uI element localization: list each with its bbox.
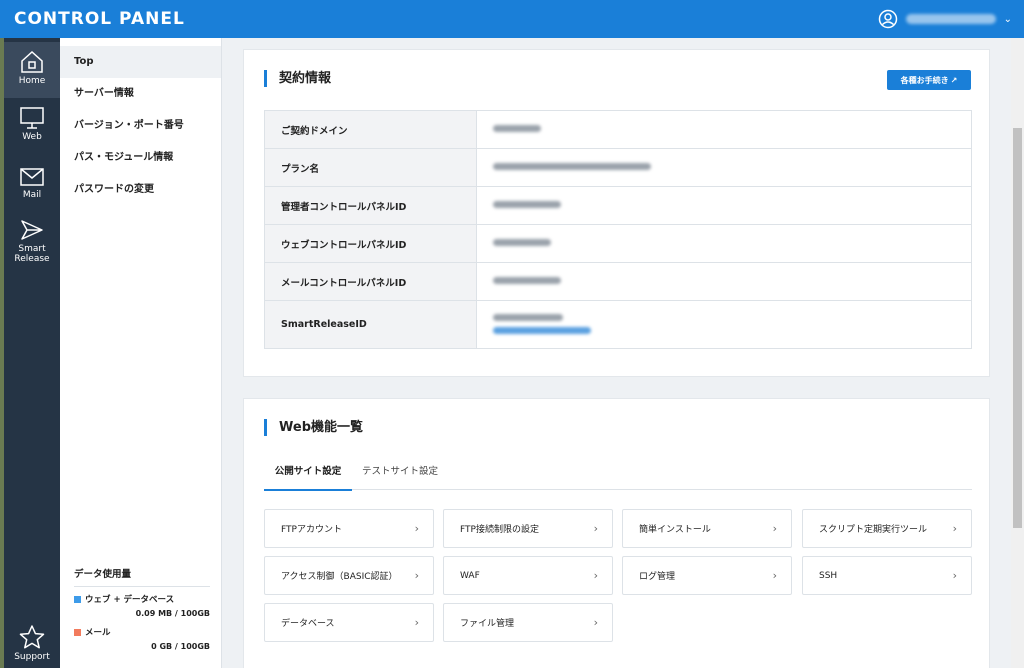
rail-label-home: Home [18, 76, 46, 86]
rail-label-web: Web [22, 132, 42, 142]
contract-title: 契約情報 [264, 70, 331, 87]
table-row: 管理者コントロールパネルID [264, 186, 972, 225]
row-key: ウェブコントロールパネルID [264, 224, 477, 263]
feature-label: SSH [819, 570, 838, 581]
send-icon [21, 220, 43, 240]
feature-log-management[interactable]: ログ管理 › [622, 556, 792, 595]
chevron-right-icon: › [593, 569, 598, 582]
feature-easy-install[interactable]: 簡単インストール › [622, 509, 792, 548]
usage-value-web: 0.09 MB / 100GB [135, 609, 210, 618]
row-key: ご契約ドメイン [264, 110, 477, 149]
usage-label-mail: メール [85, 628, 111, 638]
feature-cron-tool[interactable]: スクリプト定期実行ツール › [802, 509, 972, 548]
row-value-redacted [476, 110, 972, 149]
rail-item-smart-release[interactable]: Smart Release [4, 218, 60, 264]
rail-item-mail[interactable]: Mail [4, 166, 60, 200]
row-key: SmartReleaseID [264, 300, 477, 349]
feature-label: 簡単インストール [639, 525, 711, 535]
usage-web-db: ウェブ + データベース [74, 593, 210, 605]
submenu-item-password[interactable]: パスワードの変更 [60, 174, 221, 206]
monitor-icon [20, 107, 44, 129]
rail-label-mail: Mail [22, 190, 42, 200]
procedures-button[interactable]: 各種お手続き ↗ [887, 70, 971, 90]
mail-icon [20, 168, 44, 186]
home-icon [21, 50, 43, 73]
user-circle-icon[interactable] [878, 9, 898, 29]
submenu-item-server-info[interactable]: サーバー情報 [60, 78, 221, 110]
row-key: プラン名 [264, 148, 477, 187]
submenu: Top サーバー情報 バージョン・ポート番号 パス・モジュール情報 パスワードの… [60, 38, 222, 668]
submenu-item-top[interactable]: Top [60, 46, 221, 78]
rail-label-smart-release: Smart Release [14, 244, 50, 264]
icon-rail: Home Web Mail Smart Release Support [0, 38, 60, 668]
feature-ftp-restriction[interactable]: FTP接続制限の設定 › [443, 509, 613, 548]
chevron-right-icon: › [772, 569, 777, 582]
tab-public-site[interactable]: 公開サイト設定 [264, 461, 352, 491]
scrollbar-thumb[interactable] [1013, 128, 1022, 528]
table-row: メールコントロールパネルID [264, 262, 972, 301]
rail-item-support[interactable]: Support [4, 624, 60, 662]
feature-label: FTP接続制限の設定 [460, 525, 539, 535]
chevron-right-icon: › [593, 522, 598, 535]
feature-file-management[interactable]: ファイル管理 › [443, 603, 613, 642]
feature-label: ファイル管理 [460, 619, 515, 629]
feature-label: WAF [460, 570, 480, 581]
feature-label: データベース [281, 619, 335, 629]
rail-label-support: Support [14, 652, 50, 662]
usage-label-web: ウェブ + データベース [85, 595, 175, 605]
usage-value-mail: 0 GB / 100GB [151, 642, 210, 651]
table-row: プラン名 [264, 148, 972, 187]
chevron-right-icon: › [772, 522, 777, 535]
smartrelease-link-redacted[interactable] [493, 326, 591, 334]
chevron-down-icon[interactable]: ⌄ [1004, 14, 1012, 25]
table-row: ウェブコントロールパネルID [264, 224, 972, 263]
feature-label: FTPアカウント [281, 525, 342, 535]
feature-ssh[interactable]: SSH › [802, 556, 972, 595]
feature-database[interactable]: データベース › [264, 603, 434, 642]
row-value-redacted [476, 262, 972, 301]
chevron-right-icon: › [414, 569, 419, 582]
usage-swatch-web [74, 595, 81, 603]
chevron-right-icon: › [593, 616, 598, 629]
tab-bar: 公開サイト設定 テストサイト設定 [264, 461, 972, 491]
feature-ftp-account[interactable]: FTPアカウント › [264, 509, 434, 548]
chevron-right-icon: › [414, 522, 419, 535]
external-link-icon: ↗ [950, 75, 958, 85]
feature-label: アクセス制御（BASIC認証） [281, 572, 398, 582]
row-key: 管理者コントロールパネルID [264, 186, 477, 225]
feature-label: スクリプト定期実行ツール [819, 525, 928, 535]
feature-label: ログ管理 [639, 572, 676, 582]
submenu-item-path-module[interactable]: パス・モジュール情報 [60, 142, 221, 174]
row-value-redacted [476, 224, 972, 263]
chevron-right-icon: › [414, 616, 419, 629]
row-value-redacted [476, 300, 972, 349]
chevron-right-icon: › [952, 569, 957, 582]
top-header: CONTROL PANEL ⌄ [0, 0, 1024, 38]
row-value-redacted [476, 186, 972, 225]
usage-swatch-mail [74, 628, 81, 636]
web-features-card: Web機能一覧 公開サイト設定 テストサイト設定 FTPアカウント › FTP接続… [243, 398, 990, 668]
usage-title: データ使用量 [74, 566, 210, 587]
feature-waf[interactable]: WAF › [443, 556, 613, 595]
row-key: メールコントロールパネルID [264, 262, 477, 301]
contract-card: 契約情報 各種お手続き ↗ ご契約ドメイン プラン名 管理者コントロールパネルI… [243, 49, 990, 377]
contract-table: ご契約ドメイン プラン名 管理者コントロールパネルID ウェブコントロールパネル… [264, 110, 972, 349]
tab-test-site[interactable]: テストサイト設定 [352, 461, 448, 489]
account-menu[interactable]: ⌄ [878, 9, 1012, 29]
table-row: ご契約ドメイン [264, 110, 972, 149]
rail-item-web[interactable]: Web [4, 106, 60, 142]
account-name-redacted[interactable] [905, 14, 996, 24]
submenu-item-version-port[interactable]: バージョン・ポート番号 [60, 110, 221, 142]
star-icon [19, 625, 45, 649]
row-value-redacted [476, 148, 972, 187]
app-title: CONTROL PANEL [14, 9, 185, 29]
web-features-title: Web機能一覧 [264, 419, 363, 436]
feature-basic-auth[interactable]: アクセス制御（BASIC認証） › [264, 556, 434, 595]
chevron-right-icon: › [952, 522, 957, 535]
table-row: SmartReleaseID [264, 300, 972, 349]
data-usage-panel: データ使用量 ウェブ + データベース 0.09 MB / 100GB メール … [74, 566, 210, 659]
procedures-label: 各種お手続き [900, 75, 949, 85]
usage-mail: メール [74, 626, 210, 638]
rail-item-home[interactable]: Home [4, 42, 60, 98]
